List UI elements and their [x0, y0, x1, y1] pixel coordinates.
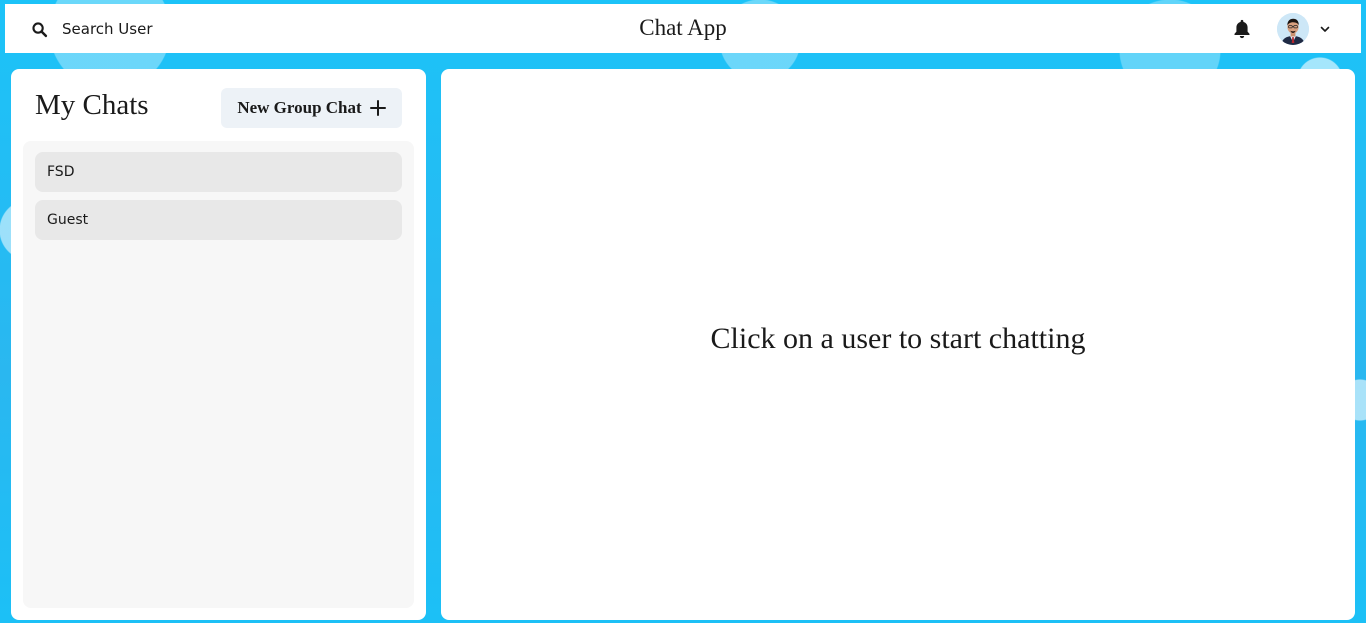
empty-chat-message: Click on a user to start chatting [710, 322, 1086, 355]
bell-icon[interactable] [1232, 18, 1252, 40]
search-user-label: Search User [62, 20, 153, 38]
chat-list: FSD Guest [23, 141, 414, 608]
plus-icon [369, 100, 386, 116]
search-user-button[interactable]: Search User [23, 13, 161, 45]
new-group-chat-button[interactable]: New Group Chat [221, 88, 402, 128]
profile-menu-button[interactable] [1277, 12, 1331, 46]
chevron-down-icon [1320, 26, 1330, 32]
chat-window: Click on a user to start chatting [441, 69, 1355, 620]
my-chats-panel: My Chats New Group Chat FSD Guest [11, 69, 426, 620]
search-icon [31, 21, 48, 38]
user-avatar [1277, 13, 1309, 45]
chat-item-guest[interactable]: Guest [35, 200, 402, 240]
my-chats-title: My Chats [35, 89, 149, 121]
chat-item-label: Guest [47, 212, 89, 228]
chat-item-fsd[interactable]: FSD [35, 152, 402, 192]
chat-item-label: FSD [47, 164, 75, 180]
app-title: Chat App [639, 15, 727, 40]
new-group-chat-label: New Group Chat [237, 98, 362, 117]
top-bar: Search User Chat App [5, 4, 1361, 53]
